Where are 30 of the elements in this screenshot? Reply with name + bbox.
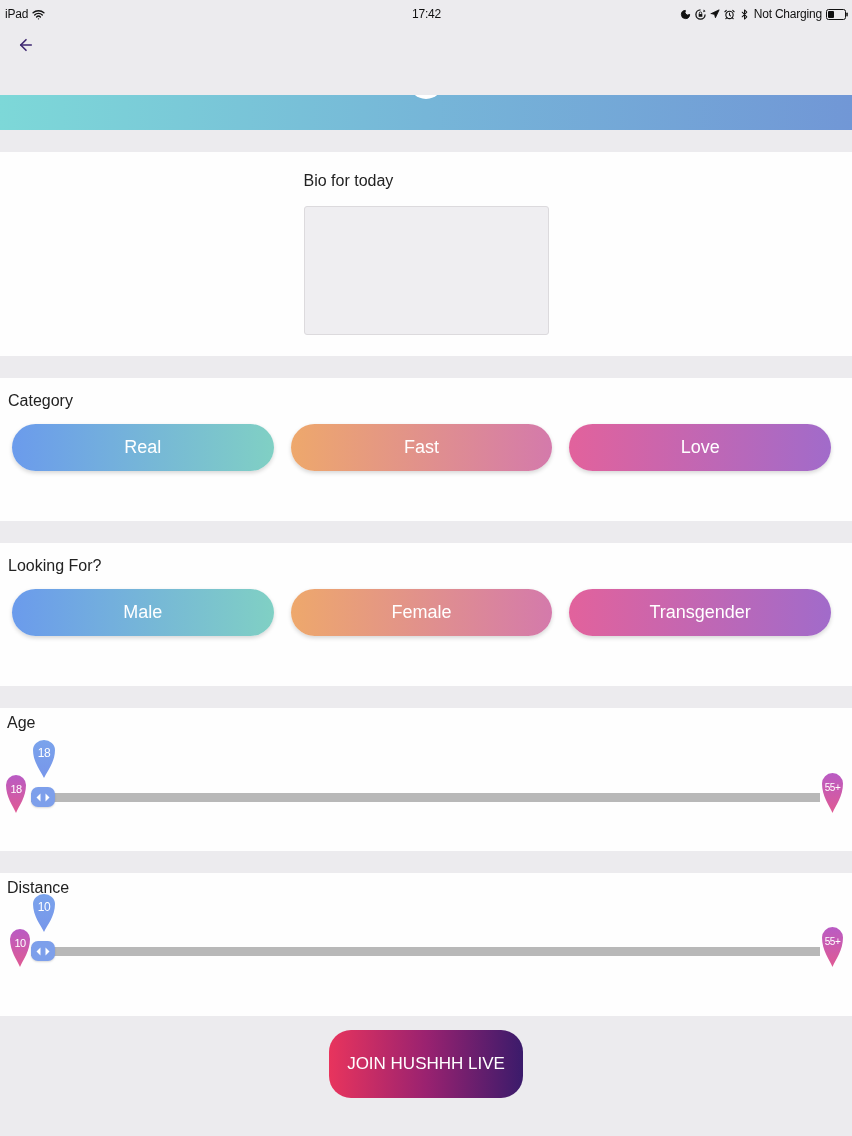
wifi-icon <box>32 7 46 21</box>
option-chip[interactable]: Male <box>12 589 274 636</box>
rotation-lock-icon <box>694 8 706 20</box>
moon-icon <box>679 8 691 20</box>
section-label: Age <box>6 713 37 733</box>
option-chip[interactable]: Fast <box>290 424 553 471</box>
bio-label: Bio for today <box>303 171 395 191</box>
slider-handle[interactable] <box>31 787 55 807</box>
battery-icon <box>826 8 848 20</box>
charging-status: Not Charging <box>753 7 822 21</box>
section-label: Category <box>7 391 74 411</box>
slider-handle[interactable] <box>31 941 55 961</box>
min-value-pin: 18 <box>6 773 26 813</box>
value-bubble: 10 <box>33 892 55 932</box>
clock-time: 17:42 <box>412 7 441 21</box>
max-value-pin: 55+ <box>822 771 843 813</box>
device-name: iPad <box>5 7 29 21</box>
option-chip[interactable]: Female <box>290 589 553 636</box>
option-chip[interactable]: Love <box>569 424 831 471</box>
option-chip[interactable]: Transgender <box>569 589 831 636</box>
section-label: Looking For? <box>7 556 103 576</box>
max-value-pin: 55+ <box>822 925 843 967</box>
min-value-pin: 10 <box>10 927 30 967</box>
join-live-button[interactable]: JOIN HUSHHH LIVE <box>329 1030 523 1098</box>
location-arrow-icon <box>709 9 720 19</box>
option-chip[interactable]: Real <box>12 424 274 471</box>
left-right-arrows-icon <box>36 792 50 802</box>
value-bubble: 18 <box>33 738 55 778</box>
alarm-clock-icon <box>723 8 735 20</box>
left-right-arrows-icon <box>36 946 50 956</box>
